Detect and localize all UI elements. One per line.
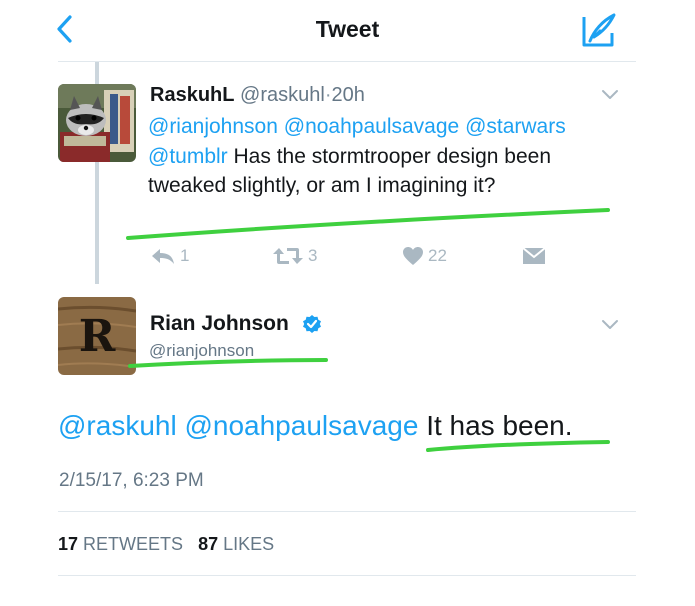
reply-timestamp[interactable]: 20h xyxy=(331,84,364,106)
header-divider xyxy=(58,61,636,62)
main-tweet-menu-button[interactable] xyxy=(598,316,622,334)
reply-author-handle[interactable]: @raskuhl xyxy=(240,84,325,106)
reply-count: 1 xyxy=(180,246,190,265)
avatar-letter: R xyxy=(79,311,116,362)
mention-link[interactable]: @raskuhl xyxy=(58,410,177,441)
reply-tweet-text: @rianjohnson @noahpaulsavage @starwars @… xyxy=(148,112,618,201)
highlight-underline-reply xyxy=(126,208,610,240)
envelope-icon xyxy=(522,247,546,264)
avatar-rian-johnson[interactable]: R xyxy=(58,297,136,375)
reply-tweet-menu-button[interactable] xyxy=(598,86,622,104)
heart-icon xyxy=(403,247,423,265)
main-tweet-body: It has been. xyxy=(426,410,573,441)
mention-link[interactable]: @rianjohnson xyxy=(148,115,278,138)
mention-link[interactable]: @noahpaulsavage xyxy=(184,410,418,441)
reply-tweet-header: RaskuhL @raskuhl·20h xyxy=(150,84,365,107)
raccoon-avatar-image xyxy=(58,84,136,162)
mention-link[interactable]: @noahpaulsavage xyxy=(284,115,459,138)
highlight-underline-answer xyxy=(426,440,610,452)
reply-author-name[interactable]: RaskuhL xyxy=(150,84,234,106)
retweet-action-button[interactable]: 3 xyxy=(272,243,317,269)
retweet-count: 3 xyxy=(308,246,318,265)
compose-button[interactable] xyxy=(578,11,618,49)
main-author-handle[interactable]: @rianjohnson xyxy=(149,341,254,361)
stats-divider-bottom xyxy=(58,575,636,576)
stats-divider-top xyxy=(58,511,636,512)
chevron-down-icon xyxy=(602,90,618,99)
main-tweet-text: @raskuhl @noahpaulsavage It has been. xyxy=(58,410,573,442)
mention-link[interactable]: @starwars xyxy=(465,115,566,138)
chevron-down-icon xyxy=(602,320,618,329)
wood-letter-avatar-image: R xyxy=(58,297,136,375)
avatar-raskuhl[interactable] xyxy=(58,84,136,162)
main-author-name[interactable]: Rian Johnson xyxy=(150,312,289,336)
direct-message-button[interactable] xyxy=(522,243,546,269)
likes-count: 87 xyxy=(198,534,219,554)
retweets-stat[interactable]: 17 RETWEETS xyxy=(58,534,183,554)
likes-label: LIKES xyxy=(223,534,275,554)
engagement-stats: 17 RETWEETS 87 LIKES xyxy=(58,534,274,555)
tweet-date: 2/15/17, 6:23 PM xyxy=(59,470,204,491)
mention-link[interactable]: @tumblr xyxy=(148,145,228,168)
retweets-count: 17 xyxy=(58,534,79,554)
verified-badge-icon xyxy=(302,314,322,334)
likes-stat[interactable]: 87 LIKES xyxy=(198,534,274,554)
reply-action-button[interactable]: 1 xyxy=(150,243,189,269)
like-action-button[interactable]: 22 xyxy=(402,243,447,269)
like-count: 22 xyxy=(428,246,447,265)
retweets-label: RETWEETS xyxy=(83,534,184,554)
reply-icon xyxy=(152,249,174,264)
compose-quill-icon xyxy=(582,13,616,47)
retweet-icon xyxy=(273,248,303,264)
